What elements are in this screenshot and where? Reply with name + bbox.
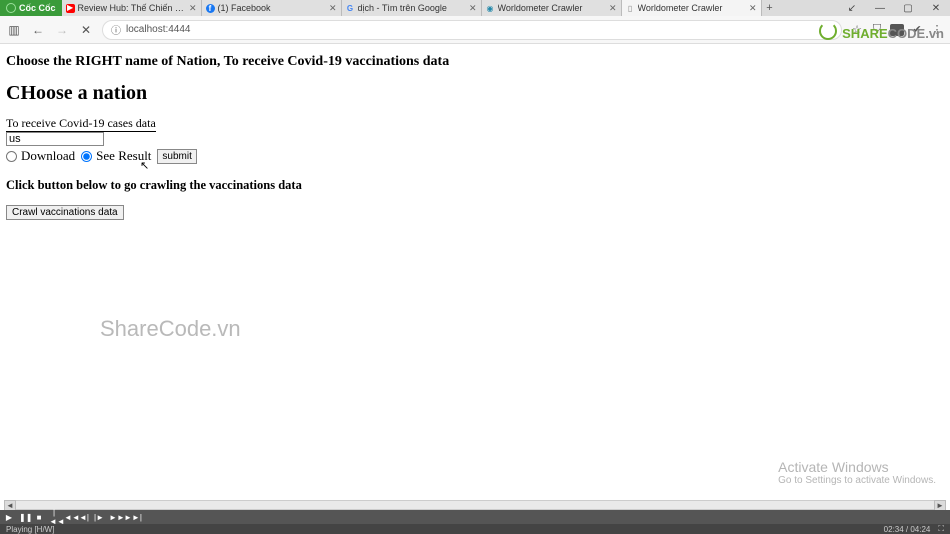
crawl-vaccinations-button[interactable]: Crawl vaccinations data <box>6 205 124 220</box>
next-track-icon[interactable]: ►►| <box>124 513 134 522</box>
close-icon[interactable]: ✕ <box>189 3 197 14</box>
close-icon[interactable]: ✕ <box>329 3 337 14</box>
stop-icon[interactable]: ✕ <box>78 22 94 38</box>
globe-icon: ◉ <box>486 4 495 13</box>
stop-icon[interactable]: ■ <box>34 513 44 522</box>
activate-title: Activate Windows <box>778 459 936 475</box>
tab-worldometer-1[interactable]: ◉ Worldometer Crawler ✕ <box>482 0 622 16</box>
back-icon[interactable]: ← <box>30 22 46 38</box>
youtube-icon: ▶ <box>66 4 75 13</box>
subtitle-text: To receive Covid-19 cases data <box>6 116 156 132</box>
sharecode-logo: SHARECODE.vn <box>819 22 944 41</box>
maximize-icon[interactable]: ▢ <box>894 3 922 14</box>
url-bar[interactable]: ⓘ localhost:4444 <box>102 20 842 40</box>
activate-subtitle: Go to Settings to activate Windows. <box>778 475 936 486</box>
step-back-icon[interactable]: ◄| <box>79 513 89 522</box>
unknown-window-icon[interactable]: ↙ <box>838 3 866 14</box>
close-icon[interactable]: ✕ <box>469 3 477 14</box>
sidebar-toggle-icon[interactable]: ▥ <box>6 22 22 38</box>
url-text: localhost:4444 <box>126 24 191 35</box>
minimize-icon[interactable]: — <box>866 3 894 14</box>
playing-status: Playing [H/W] <box>6 525 54 534</box>
download-label: Download <box>21 148 75 164</box>
browser-nav-bar: ▥ ← → ✕ ⓘ localhost:4444 ☆ ⛉ ↓ ✔ ⋮ <box>0 16 950 44</box>
fast-fwd-icon[interactable]: ►► <box>109 513 119 522</box>
tab-facebook[interactable]: f (1) Facebook ✕ <box>202 0 342 16</box>
pause-icon[interactable]: ❚❚ <box>19 513 29 522</box>
close-icon[interactable]: ✕ <box>609 3 617 14</box>
nation-input[interactable] <box>6 132 104 146</box>
time-display: 02:34 / 04:24 <box>884 525 931 534</box>
media-status-bar: Playing [H/W] 02:34 / 04:24 ⛶ <box>0 524 950 534</box>
tab-label: Review Hub: Thế Chiến Z, Kỷ <box>78 3 187 13</box>
forward-icon[interactable]: → <box>54 22 70 38</box>
rewind-icon[interactable]: ◄◄ <box>64 513 74 522</box>
see-result-label: See Result <box>96 148 151 164</box>
activate-windows-overlay: Activate Windows Go to Settings to activ… <box>778 459 936 486</box>
info-icon[interactable]: ⓘ <box>111 22 121 37</box>
tab-label: Worldometer Crawler <box>638 3 747 13</box>
new-tab-button[interactable]: + <box>762 2 778 14</box>
step-fwd-icon[interactable]: |► <box>94 513 104 522</box>
browser-brand: Cốc Cốc <box>0 0 62 16</box>
facebook-icon: f <box>206 4 215 13</box>
tab-youtube[interactable]: ▶ Review Hub: Thế Chiến Z, Kỷ ✕ <box>62 0 202 16</box>
see-result-radio[interactable] <box>81 151 92 162</box>
tab-google[interactable]: G dịch - Tìm trên Google ✕ <box>342 0 482 16</box>
crawl-instruction: Click button below to go crawling the va… <box>6 178 944 193</box>
document-icon: ▯ <box>626 4 635 13</box>
window-controls: ↙ — ▢ ✕ <box>838 3 950 14</box>
watermark-sharecode: ShareCode.vn <box>100 316 241 342</box>
close-window-icon[interactable]: ✕ <box>922 3 950 14</box>
media-player-bar: ▶ ❚❚ ■ |◄◄ ◄◄ ◄| |► ►► ►►| <box>0 510 950 524</box>
option-row: Download See Result submit <box>6 148 944 164</box>
page-content: Choose the RIGHT name of Nation, To rece… <box>0 44 950 230</box>
submit-button[interactable]: submit <box>157 149 196 164</box>
browser-tab-bar: Cốc Cốc ▶ Review Hub: Thế Chiến Z, Kỷ ✕ … <box>0 0 950 16</box>
horizontal-scrollbar[interactable] <box>4 500 946 510</box>
download-radio[interactable] <box>6 151 17 162</box>
close-icon[interactable]: ✕ <box>749 3 757 14</box>
fullscreen-icon[interactable]: ⛶ <box>938 524 944 534</box>
page-title: Choose the RIGHT name of Nation, To rece… <box>6 54 944 70</box>
play-icon[interactable]: ▶ <box>4 513 14 522</box>
tab-label: dịch - Tìm trên Google <box>358 3 467 13</box>
google-icon: G <box>346 4 355 13</box>
tab-label: Worldometer Crawler <box>498 3 607 13</box>
choose-nation-heading: CHoose a nation <box>6 82 944 105</box>
tab-worldometer-2[interactable]: ▯ Worldometer Crawler ✕ <box>622 0 762 16</box>
tab-label: (1) Facebook <box>218 3 327 13</box>
